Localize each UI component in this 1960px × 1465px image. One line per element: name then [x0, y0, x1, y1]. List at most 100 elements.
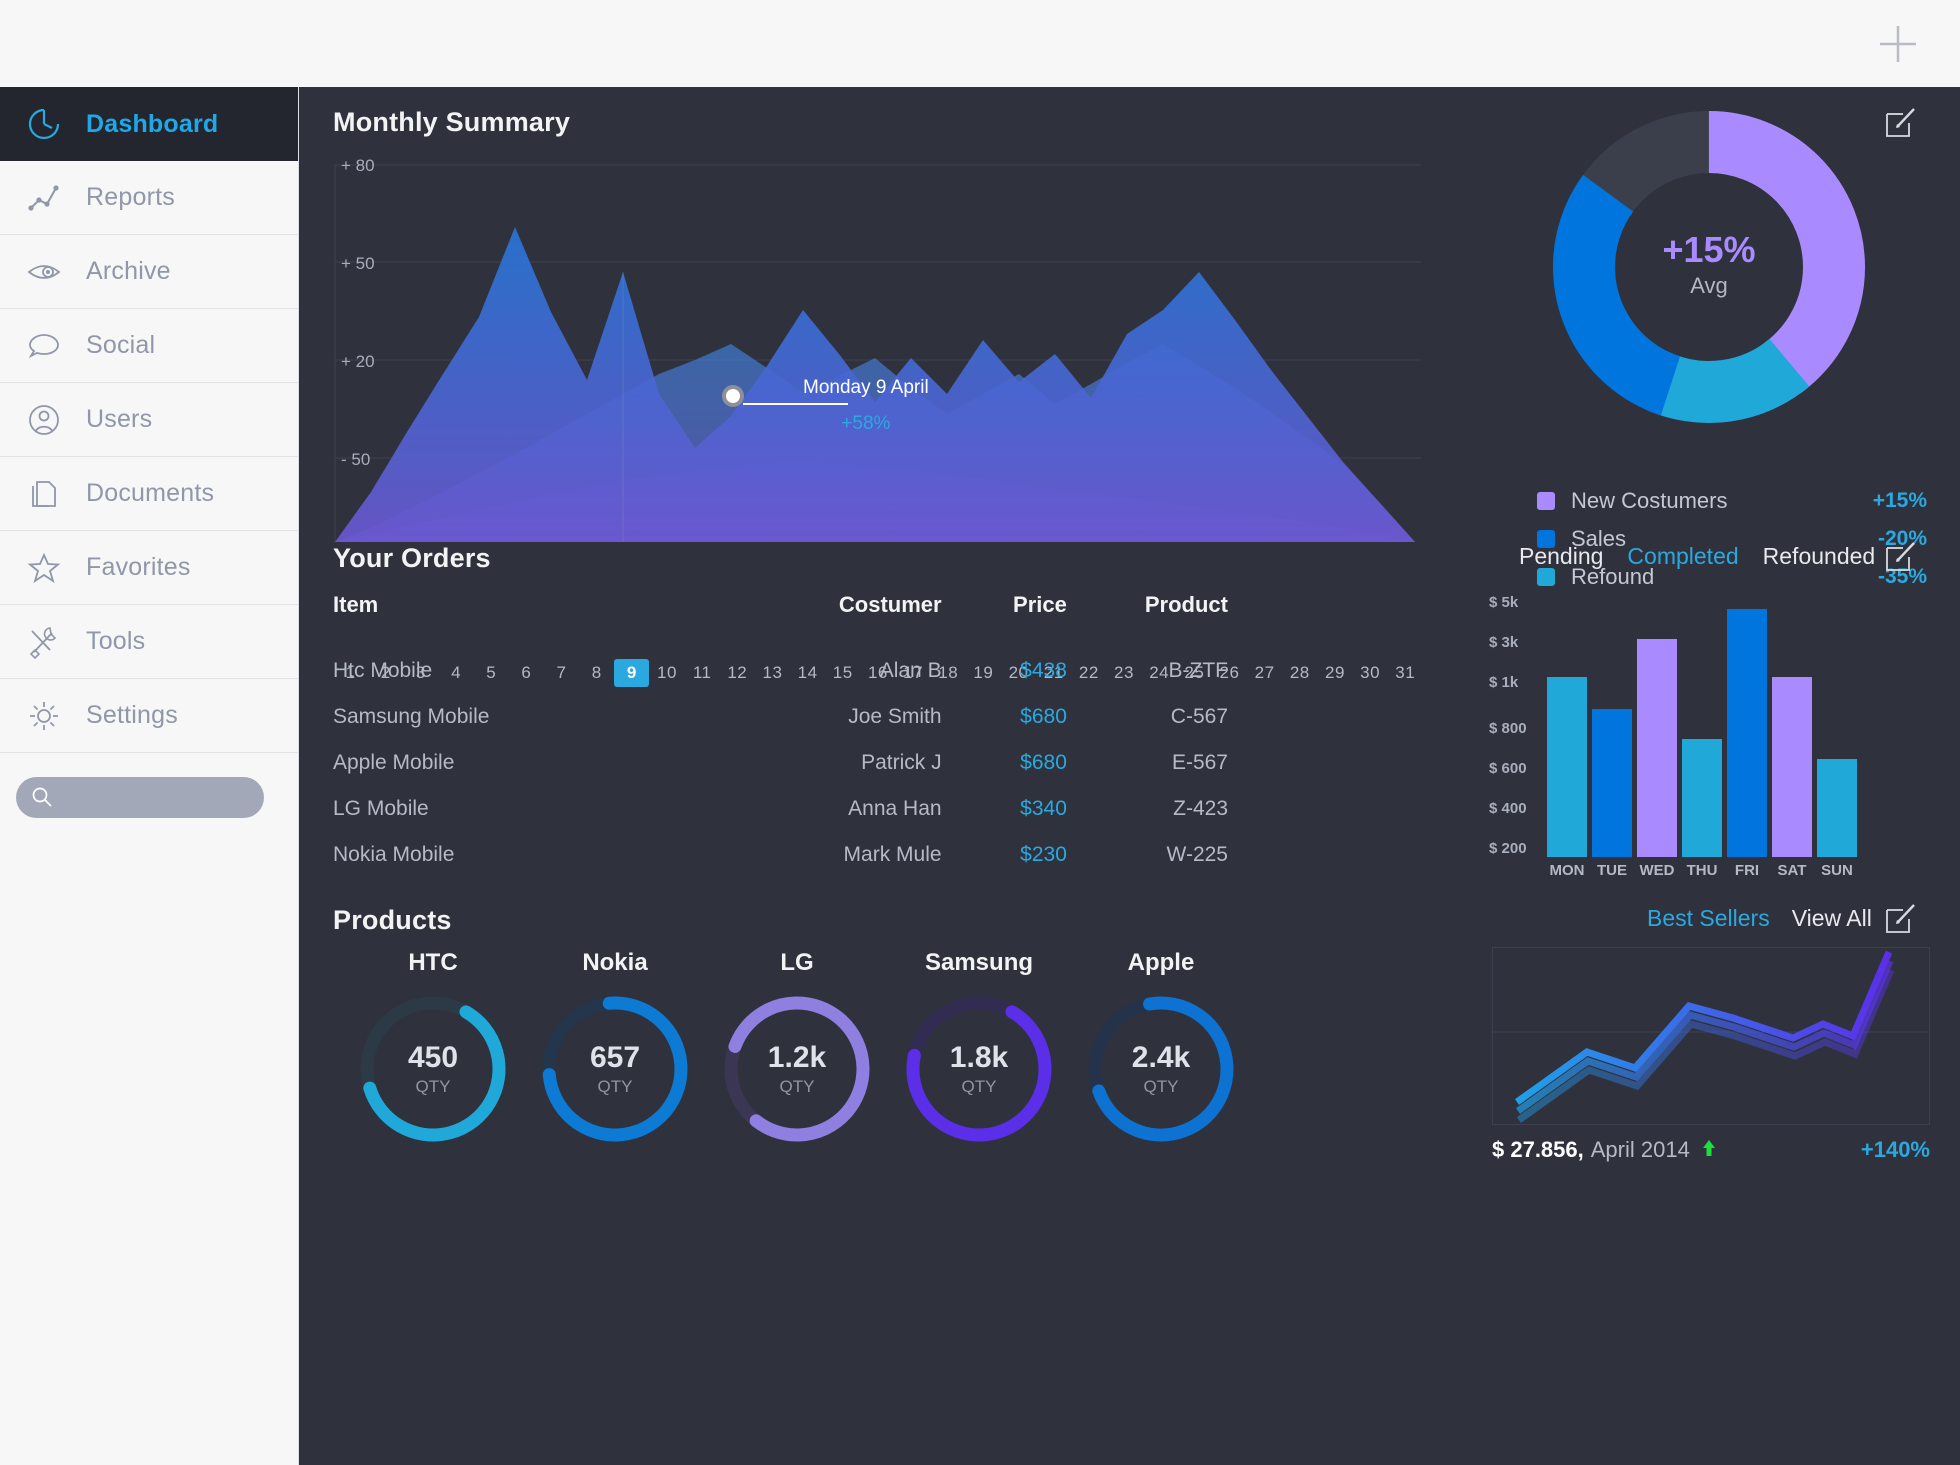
gauge-label: Apple	[1127, 949, 1195, 976]
plus-icon	[1880, 26, 1916, 62]
sidebar-item-settings[interactable]: Settings	[0, 679, 298, 753]
bestsellers-amount: $ 27.856,	[1492, 1137, 1584, 1162]
monthly-summary-chart[interactable]: + 80 + 50 + 20 - 50 Monday 9 April +58%	[333, 156, 1423, 562]
clock-icon	[24, 104, 64, 144]
bar-mon[interactable]	[1547, 677, 1587, 857]
gauge-value: 450	[407, 1041, 459, 1074]
gauge-unit: QTY	[961, 1077, 997, 1096]
x-tick[interactable]: 28	[1282, 663, 1317, 683]
line-chart-icon	[24, 178, 64, 218]
gauge-label: HTC	[408, 949, 458, 976]
bar-tue[interactable]	[1592, 709, 1632, 857]
cell-product: B-ZTF	[1168, 659, 1228, 682]
gauge-label: LG	[780, 949, 814, 976]
tab-best-sellers[interactable]: Best Sellers	[1647, 905, 1770, 932]
cell-price: $438	[1020, 659, 1067, 682]
chart-tooltip: Monday 9 April +58%	[722, 377, 929, 435]
sidebar-item-label: Dashboard	[86, 109, 219, 138]
edit-icon	[1886, 904, 1915, 933]
column-header-price: Price	[1013, 592, 1067, 617]
bar-fri[interactable]	[1727, 609, 1767, 857]
sidebar-item-social[interactable]: Social	[0, 309, 298, 383]
gauge-unit: QTY	[597, 1077, 633, 1096]
edit-icon	[1886, 542, 1915, 571]
table-row[interactable]: Apple Mobile Patrick J $680 E-567	[333, 740, 1228, 786]
gauge-lg[interactable]: LG 1.2k QTY	[697, 949, 897, 1149]
sidebar-item-tools[interactable]: Tools	[0, 605, 298, 679]
bestsellers-percent: +140%	[1860, 1137, 1930, 1162]
tab-view-all[interactable]: View All	[1792, 905, 1872, 932]
gauge-value-group: 450 QTY	[353, 1041, 513, 1097]
top-bar	[0, 0, 1960, 87]
table-row[interactable]: LG Mobile Anna Han $340 Z-423	[333, 786, 1228, 832]
sidebar: Dashboard Reports Archive Social Users D…	[0, 87, 299, 1465]
legend-item-new-costumers[interactable]: New Costumers +15%	[1537, 487, 1927, 514]
bar-y-label-400: $ 400	[1489, 800, 1527, 817]
gauge-ring: 1.2k QTY	[717, 989, 877, 1149]
tooltip-leader-line	[743, 403, 848, 405]
bar-label-wed: WED	[1639, 862, 1675, 879]
y-axis-label-minus50: - 50	[341, 450, 371, 469]
bar-label-mon: MON	[1549, 862, 1585, 879]
bar-sat[interactable]	[1772, 677, 1812, 857]
sidebar-item-label: Users	[86, 405, 153, 433]
gauge-apple[interactable]: Apple 2.4k QTY	[1061, 949, 1261, 1149]
eye-icon	[24, 252, 64, 292]
cell-costumer: Patrick J	[861, 751, 942, 774]
tooltip-date: Monday 9 April	[803, 377, 929, 398]
x-tick[interactable]: 29	[1317, 663, 1352, 683]
donut-chart[interactable]: +15% Avg	[1494, 107, 1924, 467]
gauge-nokia[interactable]: Nokia 657 QTY	[515, 949, 715, 1149]
cell-product: E-567	[1171, 751, 1228, 774]
gauge-value: 1.8k	[949, 1041, 1009, 1074]
edit-bestsellers-button[interactable]	[1884, 901, 1918, 935]
column-header-costumer: Costumer	[838, 592, 942, 617]
legend-swatch	[1537, 567, 1555, 586]
tab-completed[interactable]: Completed	[1627, 543, 1738, 570]
donut-center-label: +15% Avg	[1494, 229, 1924, 299]
orders-status-tabs: Pending Completed Refounded	[1519, 543, 1875, 570]
column-header-product: Product	[1144, 592, 1228, 617]
tab-pending[interactable]: Pending	[1519, 543, 1603, 570]
tooltip-marker-icon	[722, 385, 744, 407]
bar-wed[interactable]	[1637, 639, 1677, 857]
gauge-ring: 657 QTY	[535, 989, 695, 1149]
gauge-ring: 1.8k QTY	[899, 989, 1059, 1149]
table-row[interactable]: Htc Mobile Alan B $438 B-ZTF	[333, 648, 1228, 694]
gauge-htc[interactable]: HTC 450 QTY	[333, 949, 533, 1149]
tab-refounded[interactable]: Refounded	[1763, 543, 1876, 570]
search-input[interactable]	[16, 777, 264, 818]
table-row[interactable]: Nokia Mobile Mark Mule $230 W-225	[333, 832, 1228, 878]
sidebar-item-users[interactable]: Users	[0, 383, 298, 457]
gauge-value: 1.2k	[767, 1041, 827, 1074]
bar-label-sat: SAT	[1777, 862, 1807, 879]
table-row[interactable]: Samsung Mobile Joe Smith $680 C-567	[333, 694, 1228, 740]
bestsellers-sparkline[interactable]	[1492, 947, 1930, 1125]
table-header-row: Item Costumer Price Product	[333, 592, 1228, 648]
cell-item: LG Mobile	[333, 797, 429, 820]
gauge-ring: 2.4k QTY	[1081, 989, 1241, 1149]
add-widget-button[interactable]	[1876, 22, 1920, 66]
sidebar-item-documents[interactable]: Documents	[0, 457, 298, 531]
bar-y-label-3k: $ 3k	[1489, 634, 1519, 651]
orders-title: Your Orders	[333, 543, 491, 573]
edit-orders-button[interactable]	[1884, 539, 1918, 573]
sidebar-item-favorites[interactable]: Favorites	[0, 531, 298, 605]
weekly-bar-chart[interactable]: $ 5k $ 3k $ 1k $ 800 $ 600 $ 400 $ 200 M…	[1489, 592, 1929, 879]
gauge-value: 657	[589, 1041, 641, 1074]
gauge-samsung[interactable]: Samsung 1.8k QTY	[879, 949, 1079, 1149]
bar-thu[interactable]	[1682, 739, 1722, 857]
cell-costumer: Anna Han	[848, 797, 942, 820]
page-title: Monthly Summary	[333, 107, 571, 137]
sidebar-item-reports[interactable]: Reports	[0, 161, 298, 235]
x-tick[interactable]: 30	[1353, 663, 1388, 683]
sparkline-svg	[1493, 950, 1929, 1123]
x-tick[interactable]: 27	[1247, 663, 1282, 683]
sidebar-item-dashboard[interactable]: Dashboard	[0, 87, 298, 161]
sidebar-item-archive[interactable]: Archive	[0, 235, 298, 309]
y-axis-label-50: + 50	[341, 254, 375, 273]
bar-sun[interactable]	[1817, 759, 1857, 857]
x-tick[interactable]: 31	[1388, 663, 1423, 683]
search-icon	[32, 787, 52, 807]
bar-y-label-600: $ 600	[1489, 760, 1527, 777]
